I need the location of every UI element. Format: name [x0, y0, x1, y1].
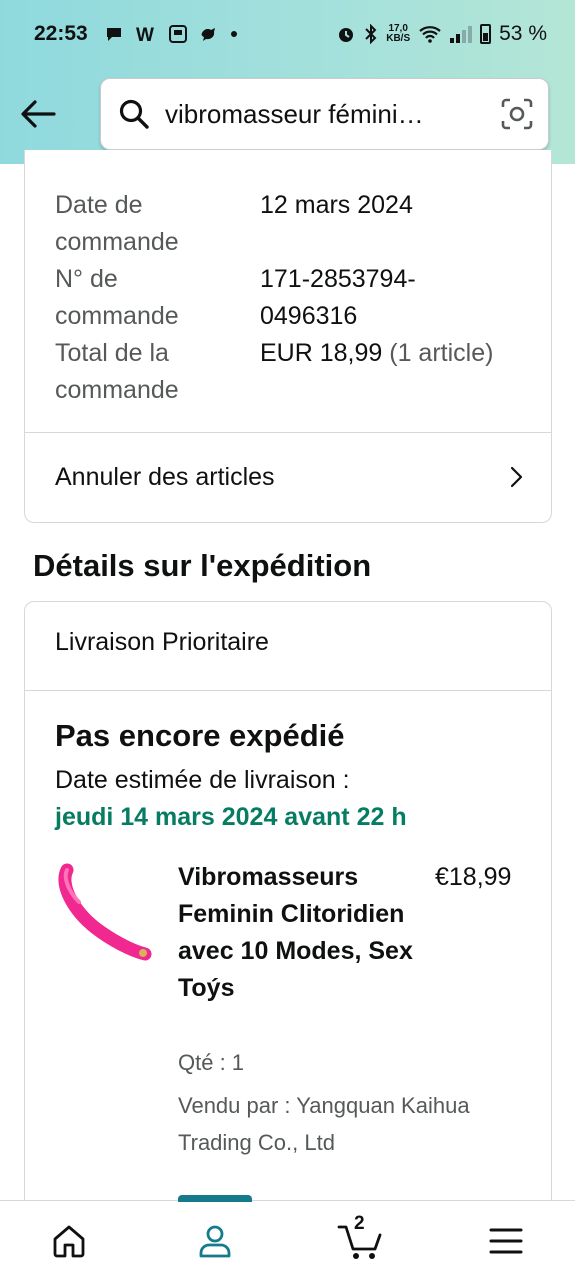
w-app-icon: W [136, 25, 154, 44]
cancel-items-button[interactable]: Annuler des articles [25, 432, 551, 522]
signal-icon [450, 25, 473, 43]
user-icon [199, 1225, 231, 1258]
nav-account[interactable] [195, 1221, 235, 1261]
home-icon [53, 1225, 85, 1258]
wifi-icon [419, 26, 441, 43]
order-date-value: 12 mars 2024 [260, 191, 413, 219]
chevron-right-icon [510, 466, 523, 488]
shipment-card: Livraison Prioritaire Pas encore expédié… [24, 601, 552, 1241]
hamburger-menu-icon [489, 1228, 523, 1254]
order-total-value: EUR 18,99 [260, 339, 383, 367]
order-total: EUR 18,99 (1 article) [260, 335, 540, 372]
battery-level: 53 % [499, 22, 547, 45]
battery-icon [480, 24, 492, 44]
nav-cart[interactable]: 2 [336, 1213, 384, 1261]
product-price: €18,99 [435, 863, 512, 891]
order-number-value: 171-2853794-0496316 [260, 265, 416, 330]
product-quantity: Qté : 1 [178, 1050, 245, 1075]
camera-scan-icon[interactable] [500, 97, 534, 131]
eta-label: Date estimée de livraison : [55, 766, 350, 794]
chat-icon [106, 28, 121, 41]
divider [25, 690, 551, 691]
system-icons: 17,0 KB/S 53 % [336, 22, 547, 46]
product-seller: Vendu par : Yangquan Kaihua Trading Co.,… [178, 1093, 470, 1155]
active-tab-indicator [178, 1195, 252, 1202]
arrow-left-icon [21, 100, 56, 128]
network-speed-unit: KB/S [386, 33, 411, 44]
notification-icons: W [104, 24, 238, 44]
search-input[interactable]: vibromasseur fémini… [165, 99, 490, 130]
shipment-status: Pas encore expédié [55, 718, 345, 753]
nav-menu[interactable] [486, 1221, 526, 1261]
product-title[interactable]: Vibromasseurs Feminin Clitoridien avec 1… [178, 859, 418, 1007]
order-total-items: (1 article) [389, 339, 494, 367]
svg-text:W: W [136, 25, 154, 44]
status-bar: 22:53 W 17,0 KB/S 53 % [0, 0, 575, 68]
status-time: 22:53 [34, 22, 88, 45]
bottom-nav: 2 [0, 1195, 575, 1280]
network-speed: 17,0 KB/S [386, 24, 410, 44]
product-image[interactable] [55, 856, 155, 966]
tv-app-icon [168, 25, 187, 43]
alarm-icon [339, 28, 354, 42]
shipping-method: Livraison Prioritaire [55, 628, 269, 656]
cart-count: 2 [354, 1213, 365, 1234]
cancel-items-label: Annuler des articles [55, 462, 275, 491]
eta-date: jeudi 14 mars 2024 avant 22 h [55, 803, 407, 831]
search-bar[interactable]: vibromasseur fémini… [100, 78, 549, 150]
section-title: Détails sur l'expédition [33, 548, 372, 583]
order-summary-card: Date de commande 12 mars 2024 N° de comm… [24, 150, 552, 523]
dot-icon [230, 31, 237, 37]
bird-icon [201, 28, 215, 41]
nav-home[interactable] [49, 1221, 89, 1261]
order-number-label: N° de commande [55, 265, 179, 330]
order-total-label: Total de la commande [55, 339, 179, 404]
search-icon [119, 99, 149, 129]
back-button[interactable] [18, 92, 58, 136]
bluetooth-icon [365, 24, 377, 44]
order-date-label: Date de commande [55, 191, 179, 256]
